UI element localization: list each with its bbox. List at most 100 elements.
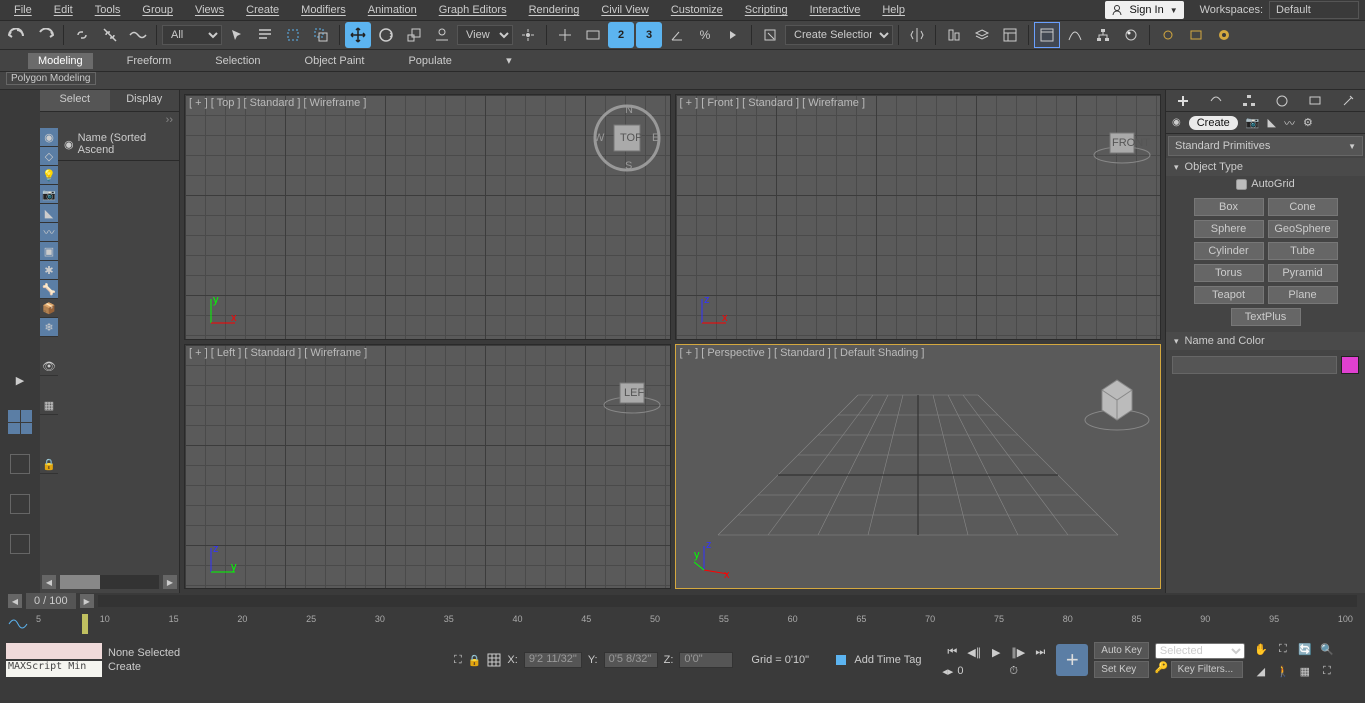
- maxscript-mini-listener[interactable]: MAXScript Min: [6, 661, 102, 677]
- viewport-layout-icon[interactable]: [8, 410, 32, 434]
- workspace-select[interactable]: Default: [1269, 1, 1359, 19]
- create-spacewarp-icon[interactable]: 〰: [1284, 115, 1295, 131]
- modify-tab[interactable]: [1199, 90, 1232, 112]
- viewport-left[interactable]: [ + ] [ Left ] [ Standard ] [ Wireframe …: [184, 344, 671, 590]
- motion-tab[interactable]: [1266, 90, 1299, 112]
- menu-graph-editors[interactable]: Graph Editors: [431, 2, 515, 18]
- render-setup-button[interactable]: [1155, 22, 1181, 48]
- display-tab[interactable]: [1299, 90, 1332, 112]
- tube-button[interactable]: Tube: [1268, 242, 1338, 260]
- play-button[interactable]: ▶: [986, 643, 1006, 663]
- viewport-perspective[interactable]: [ + ] [ Perspective ] [ Standard ] [ Def…: [675, 344, 1162, 590]
- rotate-button[interactable]: [373, 22, 399, 48]
- cone-button[interactable]: Cone: [1268, 198, 1338, 216]
- create-systems-icon[interactable]: ⚙: [1303, 116, 1313, 129]
- scene-explorer-button[interactable]: [997, 22, 1023, 48]
- align-button[interactable]: [941, 22, 967, 48]
- menu-animation[interactable]: Animation: [360, 2, 425, 18]
- pivot-center-button[interactable]: [515, 22, 541, 48]
- key-mode-dropdown[interactable]: Selected: [1155, 643, 1245, 659]
- x-coord[interactable]: 9'2 11/32": [524, 652, 582, 668]
- menu-rendering[interactable]: Rendering: [521, 2, 588, 18]
- select-by-name-button[interactable]: [252, 22, 278, 48]
- viewcube-icon[interactable]: [1082, 365, 1152, 435]
- filter-shape-icon[interactable]: ◇: [40, 147, 58, 166]
- cylinder-button[interactable]: Cylinder: [1194, 242, 1264, 260]
- snap-2d-button[interactable]: 2: [608, 22, 634, 48]
- add-time-tag[interactable]: Add Time Tag: [854, 654, 921, 666]
- autogrid-checkbox[interactable]: AutoGrid: [1166, 176, 1365, 192]
- scene-scroll-left[interactable]: ◀: [42, 575, 56, 589]
- menu-modifiers[interactable]: Modifiers: [293, 2, 354, 18]
- category-dropdown[interactable]: Standard Primitives▼: [1168, 136, 1363, 156]
- percent-snap-button[interactable]: %: [692, 22, 718, 48]
- z-coord[interactable]: 0'0": [679, 652, 733, 668]
- create-camera-icon[interactable]: 📷: [1246, 116, 1260, 129]
- key-filters-button[interactable]: Key Filters...: [1171, 661, 1243, 678]
- menu-interactive[interactable]: Interactive: [802, 2, 869, 18]
- filter-bone-icon[interactable]: 🦴: [40, 280, 58, 299]
- viewport-perspective-label[interactable]: [ + ] [ Perspective ] [ Standard ] [ Def…: [680, 347, 925, 359]
- viewport-top-label[interactable]: [ + ] [ Top ] [ Standard ] [ Wireframe ]: [189, 97, 366, 109]
- walk-icon[interactable]: 🚶: [1273, 661, 1293, 681]
- menu-edit[interactable]: Edit: [46, 2, 81, 18]
- create-tab[interactable]: [1166, 90, 1199, 112]
- ribbon-toggle-button[interactable]: [1034, 22, 1060, 48]
- scene-tab-display[interactable]: Display: [110, 90, 180, 111]
- fov-icon[interactable]: ◢: [1251, 661, 1271, 681]
- lock-icon[interactable]: 🔒: [40, 455, 58, 474]
- name-color-rollout[interactable]: Name and Color: [1166, 332, 1365, 350]
- utilities-tab[interactable]: [1332, 90, 1365, 112]
- teapot-button[interactable]: Teapot: [1194, 286, 1264, 304]
- move-button[interactable]: [345, 22, 371, 48]
- status-prompt-box[interactable]: [6, 643, 102, 659]
- zoom-extents-icon[interactable]: ⛶: [1273, 639, 1293, 659]
- redo-button[interactable]: [32, 22, 58, 48]
- scene-list-header[interactable]: ◉Name (Sorted Ascend: [58, 128, 179, 161]
- menu-customize[interactable]: Customize: [663, 2, 731, 18]
- object-color-swatch[interactable]: [1341, 356, 1359, 374]
- pan-icon[interactable]: ✋: [1251, 639, 1271, 659]
- menu-views[interactable]: Views: [187, 2, 232, 18]
- goto-end-button[interactable]: ⏭: [1030, 643, 1050, 663]
- menu-scripting[interactable]: Scripting: [737, 2, 796, 18]
- mirror-button[interactable]: [904, 22, 930, 48]
- y-coord[interactable]: 0'5 8/32": [604, 652, 658, 668]
- create-pill[interactable]: Create: [1189, 116, 1238, 130]
- ribbon-tab-modeling[interactable]: Modeling: [28, 53, 93, 69]
- key-mode-icon[interactable]: ◂▸: [942, 665, 953, 678]
- object-type-rollout[interactable]: Object Type: [1166, 158, 1365, 176]
- menu-help[interactable]: Help: [874, 2, 913, 18]
- filter-xref-icon[interactable]: ✱: [40, 261, 58, 280]
- time-slider-track[interactable]: [98, 595, 1357, 607]
- viewport-left-label[interactable]: [ + ] [ Left ] [ Standard ] [ Wireframe …: [189, 347, 367, 359]
- menu-civil-view[interactable]: Civil View: [593, 2, 656, 18]
- viewcube-icon[interactable]: FRONT: [1092, 125, 1152, 165]
- timeline-scroll-left[interactable]: ◀: [8, 594, 22, 608]
- filter-light-icon[interactable]: 💡: [40, 166, 58, 185]
- isolate-icon[interactable]: ⛶: [454, 654, 462, 667]
- layout-slot-4[interactable]: [10, 534, 30, 554]
- timeline-scroll-right[interactable]: ▶: [80, 594, 94, 608]
- object-name-input[interactable]: [1172, 356, 1337, 374]
- set-key-button[interactable]: Set Key: [1094, 661, 1149, 678]
- ribbon-tab-populate[interactable]: Populate: [398, 53, 461, 69]
- viewport-front-label[interactable]: [ + ] [ Front ] [ Standard ] [ Wireframe…: [680, 97, 866, 109]
- plane-button[interactable]: Plane: [1268, 286, 1338, 304]
- timeline-ruler[interactable]: 5101520253035404550556065707580859095100: [0, 609, 1365, 639]
- viewport-top[interactable]: [ + ] [ Top ] [ Standard ] [ Wireframe ]…: [184, 94, 671, 340]
- scene-scroll-right[interactable]: ▶: [163, 575, 177, 589]
- key-filter-icon[interactable]: 🔑: [1155, 661, 1169, 678]
- max-toggle-icon[interactable]: ⛶: [1317, 661, 1337, 681]
- placement-button[interactable]: [429, 22, 455, 48]
- named-selection-edit-button[interactable]: [757, 22, 783, 48]
- prev-frame-button[interactable]: ◀∥: [964, 643, 984, 663]
- layout-slot-3[interactable]: [10, 494, 30, 514]
- box-button[interactable]: Box: [1194, 198, 1264, 216]
- menu-create[interactable]: Create: [238, 2, 287, 18]
- keyboard-shortcut-button[interactable]: [580, 22, 606, 48]
- schematic-view-button[interactable]: [1090, 22, 1116, 48]
- goto-start-button[interactable]: ⏮: [942, 643, 962, 663]
- filter-group-icon[interactable]: ▣: [40, 242, 58, 261]
- hierarchy-tab[interactable]: [1232, 90, 1265, 112]
